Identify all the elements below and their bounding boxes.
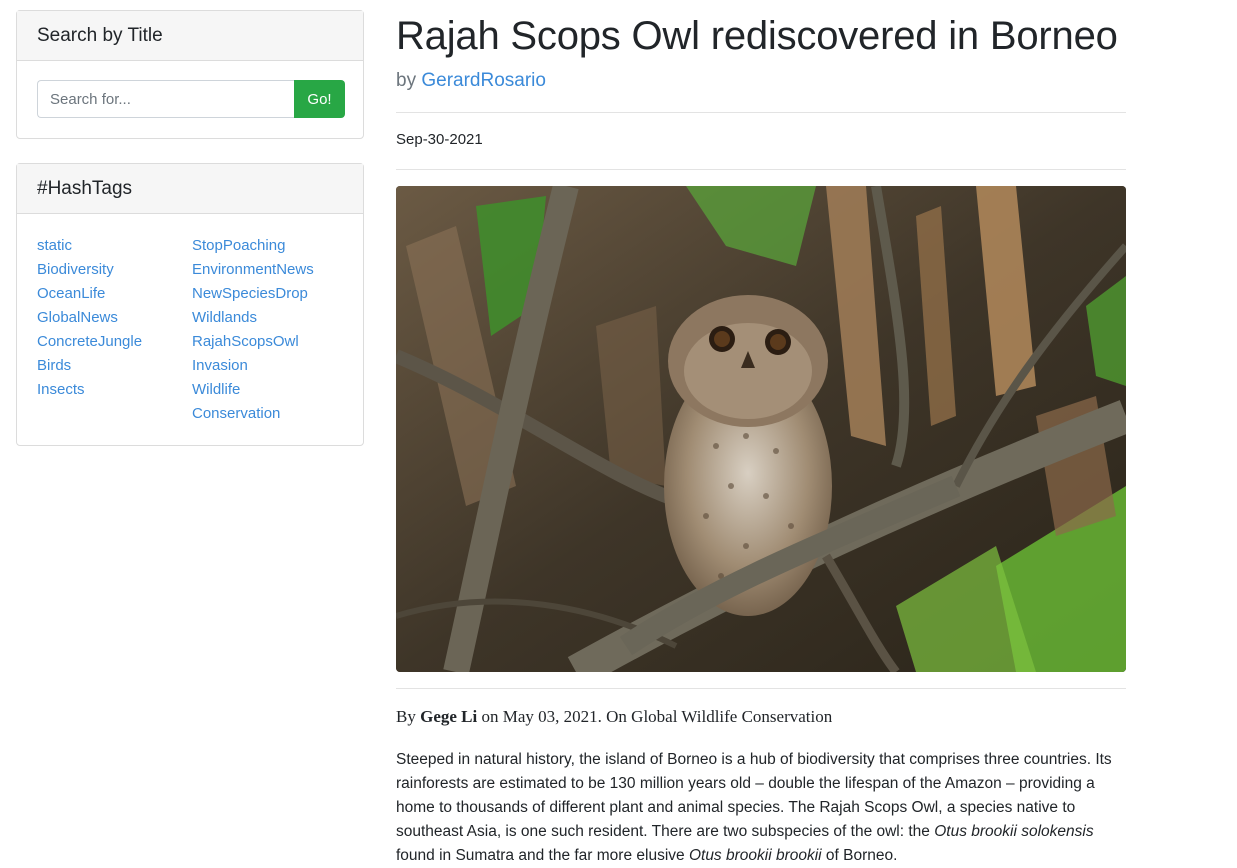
hashtags-card: #HashTags static Biodiversity OceanLife …: [16, 163, 364, 446]
hashtag-link[interactable]: OceanLife: [37, 282, 192, 306]
owl-illustration: [396, 186, 1126, 672]
hashtag-link[interactable]: Wildlands: [192, 306, 347, 330]
species-name: Otus brookii solokensis: [934, 823, 1094, 840]
hashtag-link[interactable]: RajahScopsOwl: [192, 330, 347, 354]
credit-prefix: By: [396, 707, 416, 726]
hashtag-column-left: static Biodiversity OceanLife GlobalNews…: [37, 234, 192, 426]
byline-prefix: by: [396, 70, 417, 91]
hashtag-link[interactable]: static: [37, 234, 192, 258]
divider: [396, 112, 1126, 113]
search-input[interactable]: [37, 80, 294, 118]
hashtag-link[interactable]: EnvironmentNews: [192, 258, 347, 282]
hashtag-link[interactable]: Wildlife: [192, 378, 347, 402]
species-name: Otus brookii brookii: [688, 847, 822, 864]
article-byline: by GerardRosario: [396, 70, 546, 92]
credit-suffix: on May 03, 2021. On Global Wildlife Cons…: [481, 707, 833, 726]
hashtag-link[interactable]: ConcreteJungle: [37, 330, 192, 354]
search-form: Go!: [37, 80, 345, 118]
article-title: Rajah Scops Owl rediscovered in Borneo: [396, 14, 1118, 58]
hashtag-column-right: StopPoaching EnvironmentNews NewSpeciesD…: [192, 234, 347, 426]
go-button[interactable]: Go!: [294, 80, 345, 118]
author-link[interactable]: GerardRosario: [421, 70, 546, 91]
hashtag-link[interactable]: GlobalNews: [37, 306, 192, 330]
post-date: Sep-30-2021: [396, 131, 483, 148]
article-credit: By Gege Li on May 03, 2021. On Global Wi…: [396, 707, 832, 727]
hashtag-link[interactable]: Conservation: [192, 402, 347, 426]
hashtag-link[interactable]: Insects: [37, 378, 192, 402]
search-card: Search by Title Go!: [16, 10, 364, 139]
paragraph-text: of Borneo.: [821, 847, 898, 864]
hashtag-link[interactable]: Birds: [37, 354, 192, 378]
hashtag-link[interactable]: Invasion: [192, 354, 347, 378]
owl-photo: [396, 186, 1126, 672]
search-card-title: Search by Title: [17, 11, 363, 61]
divider: [396, 688, 1126, 689]
hashtags-card-title: #HashTags: [17, 164, 363, 214]
hashtag-link[interactable]: StopPoaching: [192, 234, 347, 258]
article-paragraph: Steeped in natural history, the island o…: [396, 748, 1126, 868]
hashtag-link[interactable]: NewSpeciesDrop: [192, 282, 347, 306]
divider: [396, 169, 1126, 170]
credit-author: Gege Li: [420, 707, 478, 726]
hashtag-list: static Biodiversity OceanLife GlobalNews…: [37, 234, 347, 426]
paragraph-text: found in Sumatra and the far more elusiv…: [396, 847, 689, 864]
article-body: Steeped in natural history, the island o…: [396, 748, 1126, 868]
hashtag-link[interactable]: Biodiversity: [37, 258, 192, 282]
